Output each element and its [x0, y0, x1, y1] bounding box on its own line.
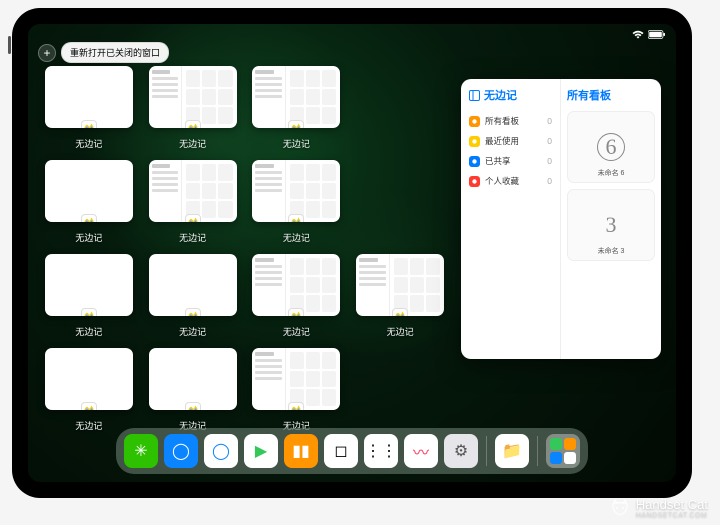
- freeform-app-icon: [185, 120, 201, 128]
- dock-app-wechat[interactable]: ✳: [124, 434, 158, 468]
- freeform-app-icon: [185, 308, 201, 316]
- freeform-app-icon: [185, 214, 201, 222]
- freeform-app-icon: [185, 402, 201, 410]
- window-thumbnail[interactable]: 无边记: [144, 254, 242, 338]
- window-thumbnail[interactable]: 无边记: [248, 160, 346, 244]
- freeform-app-icon: [81, 120, 97, 128]
- battery-icon: [648, 30, 666, 41]
- window-thumbnail[interactable]: 无边记: [144, 160, 242, 244]
- freeform-app-icon: [81, 402, 97, 410]
- wifi-icon: [632, 30, 644, 41]
- sidebar-item-icon: [469, 136, 480, 147]
- window-thumbnail[interactable]: 无边记: [351, 254, 449, 338]
- sidebar-icon: [469, 90, 480, 101]
- ipad-frame: + 重新打开已关闭的窗口 无边记 无边记 无边记 无边记 无边记 无边记 无边记: [12, 8, 692, 498]
- freeform-app-icon: [288, 214, 304, 222]
- dock-app-app-blue-circle[interactable]: ◯: [164, 434, 198, 468]
- freeform-app-icon: [288, 308, 304, 316]
- sidebar: 无边记 所有看板 0 最近使用 0 已共享 0: [461, 79, 561, 359]
- window-thumbnail-label: 无边记: [179, 137, 206, 150]
- window-thumbnail-label: 无边记: [179, 231, 206, 244]
- sidebar-item-count: 0: [547, 176, 552, 186]
- board-list: 所有看板 6 未命名 6 3 未命名 3: [561, 79, 661, 359]
- board-list-title: 所有看板: [567, 87, 655, 103]
- dock-separator: [486, 436, 487, 466]
- watermark: Handset Cat HANDSETCAT.COM: [610, 497, 708, 519]
- window-thumbnail[interactable]: 无边记: [144, 66, 242, 150]
- screen: + 重新打开已关闭的窗口 无边记 无边记 无边记 无边记 无边记 无边记 无边记: [28, 24, 676, 482]
- dock-recent-apps[interactable]: [546, 434, 580, 468]
- dock-app-books[interactable]: ▮▮: [284, 434, 318, 468]
- sidebar-item[interactable]: 个人收藏 0: [469, 171, 552, 191]
- window-thumbnail-label: 无边记: [75, 137, 102, 150]
- freeform-app-icon: [288, 120, 304, 128]
- freeform-app-window[interactable]: 无边记 所有看板 0 最近使用 0 已共享 0: [461, 79, 661, 359]
- cat-icon: [610, 498, 630, 518]
- window-thumbnail[interactable]: 无边记: [40, 348, 138, 432]
- reopen-closed-window-button[interactable]: 重新打开已关闭的窗口: [61, 42, 169, 63]
- window-thumbnail-label: 无边记: [75, 325, 102, 338]
- board-preview: 3: [606, 212, 617, 238]
- dock-app-settings[interactable]: ⚙: [444, 434, 478, 468]
- board-label: 未命名 6: [598, 168, 625, 178]
- window-thumbnail[interactable]: 无边记: [248, 66, 346, 150]
- dock-separator: [537, 436, 538, 466]
- freeform-app-icon: [81, 214, 97, 222]
- sidebar-item-label: 个人收藏: [485, 175, 519, 187]
- window-thumbnail-label: 无边记: [75, 231, 102, 244]
- window-thumbnail-label: 无边记: [75, 419, 102, 432]
- window-thumbnail[interactable]: 无边记: [144, 348, 242, 432]
- sidebar-item-count: 0: [547, 136, 552, 146]
- sidebar-item[interactable]: 最近使用 0: [469, 131, 552, 151]
- board-label: 未命名 3: [598, 246, 625, 256]
- dock-app-app-nodes[interactable]: ⋮⋮: [364, 434, 398, 468]
- sidebar-item-icon: [469, 176, 480, 187]
- board-preview: 6: [597, 133, 625, 161]
- board-card[interactable]: 6 未命名 6: [567, 111, 655, 183]
- sidebar-item-icon: [469, 116, 480, 127]
- window-thumbnail-label: 无边记: [283, 325, 310, 338]
- window-thumbnail-label: 无边记: [179, 325, 206, 338]
- new-window-button[interactable]: +: [38, 44, 56, 62]
- window-thumbnail[interactable]: 无边记: [40, 66, 138, 150]
- sidebar-item-label: 所有看板: [485, 115, 519, 127]
- sidebar-item-label: 最近使用: [485, 135, 519, 147]
- window-switcher-grid: 无边记 无边记 无边记 无边记 无边记 无边记 无边记 无边记: [38, 64, 451, 427]
- sidebar-item-label: 已共享: [485, 155, 511, 167]
- dock: ✳◯◯▶▮▮◻⋮⋮〰⚙📁: [116, 428, 588, 474]
- sidebar-item[interactable]: 所有看板 0: [469, 111, 552, 131]
- freeform-app-icon: [392, 308, 408, 316]
- window-thumbnail[interactable]: 无边记: [40, 160, 138, 244]
- window-thumbnail-label: 无边记: [387, 325, 414, 338]
- window-toolbar: + 重新打开已关闭的窗口: [38, 42, 169, 63]
- freeform-app-icon: [288, 402, 304, 410]
- board-card[interactable]: 3 未命名 3: [567, 189, 655, 261]
- window-thumbnail-label: 无边记: [283, 137, 310, 150]
- freeform-app-icon: [81, 308, 97, 316]
- dock-app-app-square[interactable]: ◻: [324, 434, 358, 468]
- window-thumbnail-label: 无边记: [283, 231, 310, 244]
- dock-app-play[interactable]: ▶: [244, 434, 278, 468]
- window-thumbnail[interactable]: 无边记: [248, 348, 346, 432]
- sidebar-item-icon: [469, 156, 480, 167]
- dock-app-files[interactable]: 📁: [495, 434, 529, 468]
- sidebar-item[interactable]: 已共享 0: [469, 151, 552, 171]
- sidebar-item-count: 0: [547, 116, 552, 126]
- dock-app-freeform[interactable]: 〰: [404, 434, 438, 468]
- sidebar-item-count: 0: [547, 156, 552, 166]
- dock-app-app-hd[interactable]: ◯: [204, 434, 238, 468]
- window-thumbnail[interactable]: 无边记: [248, 254, 346, 338]
- window-thumbnail[interactable]: 无边记: [40, 254, 138, 338]
- sidebar-title: 无边记: [469, 87, 552, 103]
